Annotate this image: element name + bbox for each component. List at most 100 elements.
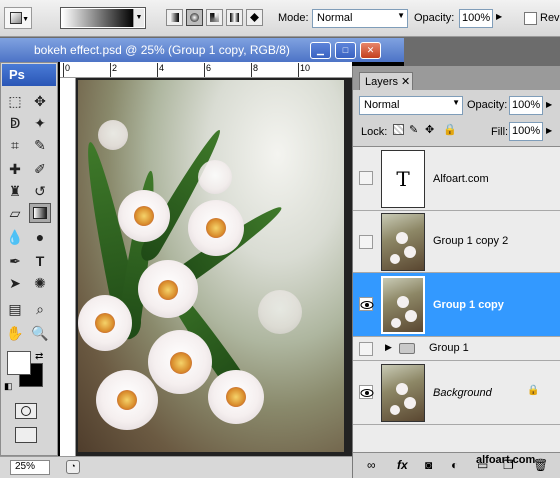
history-brush-icon[interactable]: ↺ xyxy=(29,181,51,201)
path-selection-icon[interactable]: ➤ xyxy=(4,273,26,293)
diamond-gradient-icon xyxy=(250,13,259,22)
chevron-down-icon: ▼ xyxy=(133,9,144,27)
angle-gradient-button[interactable] xyxy=(206,9,223,26)
chevron-down-icon: ▼ xyxy=(397,11,405,20)
close-button[interactable]: ✕ xyxy=(360,42,381,59)
mode-value: Normal xyxy=(317,12,353,24)
photoshop-window: ▼ ▼ Mode: Normal ▼ Opacity: 100% ▶ Reve b… xyxy=(0,0,560,478)
mode-select[interactable]: Normal ▼ xyxy=(312,9,408,28)
opacity-input[interactable]: 100% xyxy=(459,9,493,28)
layer-row[interactable]: Group 1 copy 2 xyxy=(353,211,560,273)
reflected-gradient-icon xyxy=(230,13,239,22)
type-icon[interactable]: T xyxy=(29,251,51,271)
slice-icon[interactable]: ✎ xyxy=(29,135,51,155)
opacity-arrow-icon[interactable]: ▶ xyxy=(496,12,502,21)
adjustment-layer-icon[interactable]: ◐ xyxy=(451,458,458,472)
ruler-tick: 10 xyxy=(297,63,311,77)
flower-center xyxy=(226,387,246,407)
status-info-icon[interactable]: ◔ xyxy=(66,460,80,474)
diamond-gradient-button[interactable] xyxy=(246,9,263,26)
visibility-toggle[interactable] xyxy=(359,235,373,249)
blend-mode-value: Normal xyxy=(364,99,400,111)
lock-all-icon[interactable]: 🔒 xyxy=(443,123,457,136)
visibility-toggle[interactable] xyxy=(359,342,373,356)
move-icon[interactable]: ✥ xyxy=(29,91,51,111)
link-layers-icon[interactable]: ∞ xyxy=(367,458,376,472)
pen-icon[interactable]: ✒ xyxy=(4,251,26,271)
gradient-icon[interactable] xyxy=(29,203,51,223)
magic-wand-icon[interactable]: ✦ xyxy=(29,113,51,133)
layer-opacity-arrow-icon[interactable]: ▶ xyxy=(546,100,552,109)
lock-transparent-icon[interactable] xyxy=(393,124,404,135)
layer-group-row[interactable]: ▶ Group 1 xyxy=(353,337,560,361)
swap-colors-icon[interactable]: ⇄ xyxy=(35,351,43,362)
dodge-icon[interactable]: ● xyxy=(29,227,51,247)
fill-input[interactable]: 100% xyxy=(509,122,543,141)
lock-icon: 🔒 xyxy=(527,385,540,396)
text-layer-thumbnail: T xyxy=(381,150,425,208)
tab-layers[interactable]: Layers ✕ xyxy=(359,72,413,90)
document-window: bokeh effect.psd @ 25% (Group 1 copy, RG… xyxy=(0,38,404,456)
layer-row[interactable]: T Alfoart.com xyxy=(353,147,560,211)
eyedropper-icon[interactable]: ⌕ xyxy=(29,299,51,319)
layer-thumbnail xyxy=(381,213,425,271)
layer-opacity-label: Opacity: xyxy=(467,99,508,111)
close-icon[interactable]: ✕ xyxy=(401,76,410,88)
lock-label: Lock: xyxy=(361,126,388,138)
add-mask-icon[interactable]: ◙ xyxy=(425,458,432,472)
layer-opacity-input[interactable]: 100% xyxy=(509,96,543,115)
clone-stamp-icon[interactable]: ♜ xyxy=(4,181,26,201)
quick-mask-button[interactable] xyxy=(15,403,37,419)
lock-image-icon[interactable]: ✎ xyxy=(409,123,418,136)
brush-icon[interactable]: ✐ xyxy=(29,159,51,179)
blend-mode-select[interactable]: Normal ▼ xyxy=(359,96,463,115)
layer-row[interactable]: Background 🔒 xyxy=(353,361,560,425)
layers-tab-bar: Layers ✕ xyxy=(353,66,560,90)
fill-label: Fill: xyxy=(491,126,509,138)
gradient-picker[interactable]: ▼ xyxy=(60,7,146,29)
expand-triangle-icon[interactable]: ▶ xyxy=(385,342,392,353)
marquee-icon[interactable]: ⬚ xyxy=(4,91,26,111)
flower-center xyxy=(95,313,115,333)
eraser-icon[interactable]: ▱ xyxy=(4,203,26,223)
linear-gradient-button[interactable] xyxy=(166,9,183,26)
layers-list: T Alfoart.com Group 1 copy 2 Group 1 cop… xyxy=(353,146,560,452)
tab-layers-label: Layers xyxy=(365,76,399,88)
healing-brush-icon[interactable]: ✚ xyxy=(4,159,26,179)
crop-icon[interactable]: ⌗ xyxy=(4,135,26,155)
blur-icon[interactable]: 💧 xyxy=(4,227,26,247)
default-colors-icon[interactable]: ◧ xyxy=(4,381,13,392)
visibility-toggle[interactable] xyxy=(359,297,374,311)
radial-gradient-button[interactable] xyxy=(186,9,203,26)
fx-icon[interactable]: fx xyxy=(397,458,408,472)
lasso-icon[interactable]: ↁ xyxy=(4,113,26,133)
reflected-gradient-button[interactable] xyxy=(226,9,243,26)
layers-panel: Layers ✕ Normal ▼ Opacity: 100% ▶ Lock: ✎ … xyxy=(352,66,560,478)
tool-preset-picker[interactable]: ▼ xyxy=(4,7,32,29)
status-bar: 25% ◔ xyxy=(0,456,352,478)
layer-thumbnail xyxy=(381,276,425,334)
layer-thumbnail xyxy=(381,364,425,422)
flower-center xyxy=(158,280,178,300)
hand-icon[interactable]: ✋ xyxy=(4,323,26,343)
layer-name: Alfoart.com xyxy=(433,173,489,185)
fill-arrow-icon[interactable]: ▶ xyxy=(546,126,552,135)
ruler-tick: 6 xyxy=(203,63,212,77)
shape-icon[interactable]: ✺ xyxy=(29,273,51,293)
visibility-toggle[interactable] xyxy=(359,171,373,185)
lock-position-icon[interactable]: ✥ xyxy=(425,123,434,136)
canvas-area[interactable] xyxy=(76,78,352,456)
zoom-icon[interactable]: 🔍 xyxy=(29,323,51,343)
maximize-button[interactable]: □ xyxy=(335,42,356,59)
foreground-color-swatch[interactable] xyxy=(7,351,31,375)
visibility-toggle[interactable] xyxy=(359,385,374,399)
notes-icon[interactable]: ▤ xyxy=(4,299,26,319)
layer-row-selected[interactable]: Group 1 copy xyxy=(353,273,560,337)
gradient-tool-icon xyxy=(10,12,22,24)
minimize-button[interactable]: ▁ xyxy=(310,42,331,59)
orchid-flower xyxy=(98,120,128,150)
layer-name: Background xyxy=(433,387,492,399)
screen-mode-button[interactable] xyxy=(15,427,37,443)
reverse-checkbox[interactable] xyxy=(524,12,537,25)
zoom-level-field[interactable]: 25% xyxy=(10,460,50,475)
